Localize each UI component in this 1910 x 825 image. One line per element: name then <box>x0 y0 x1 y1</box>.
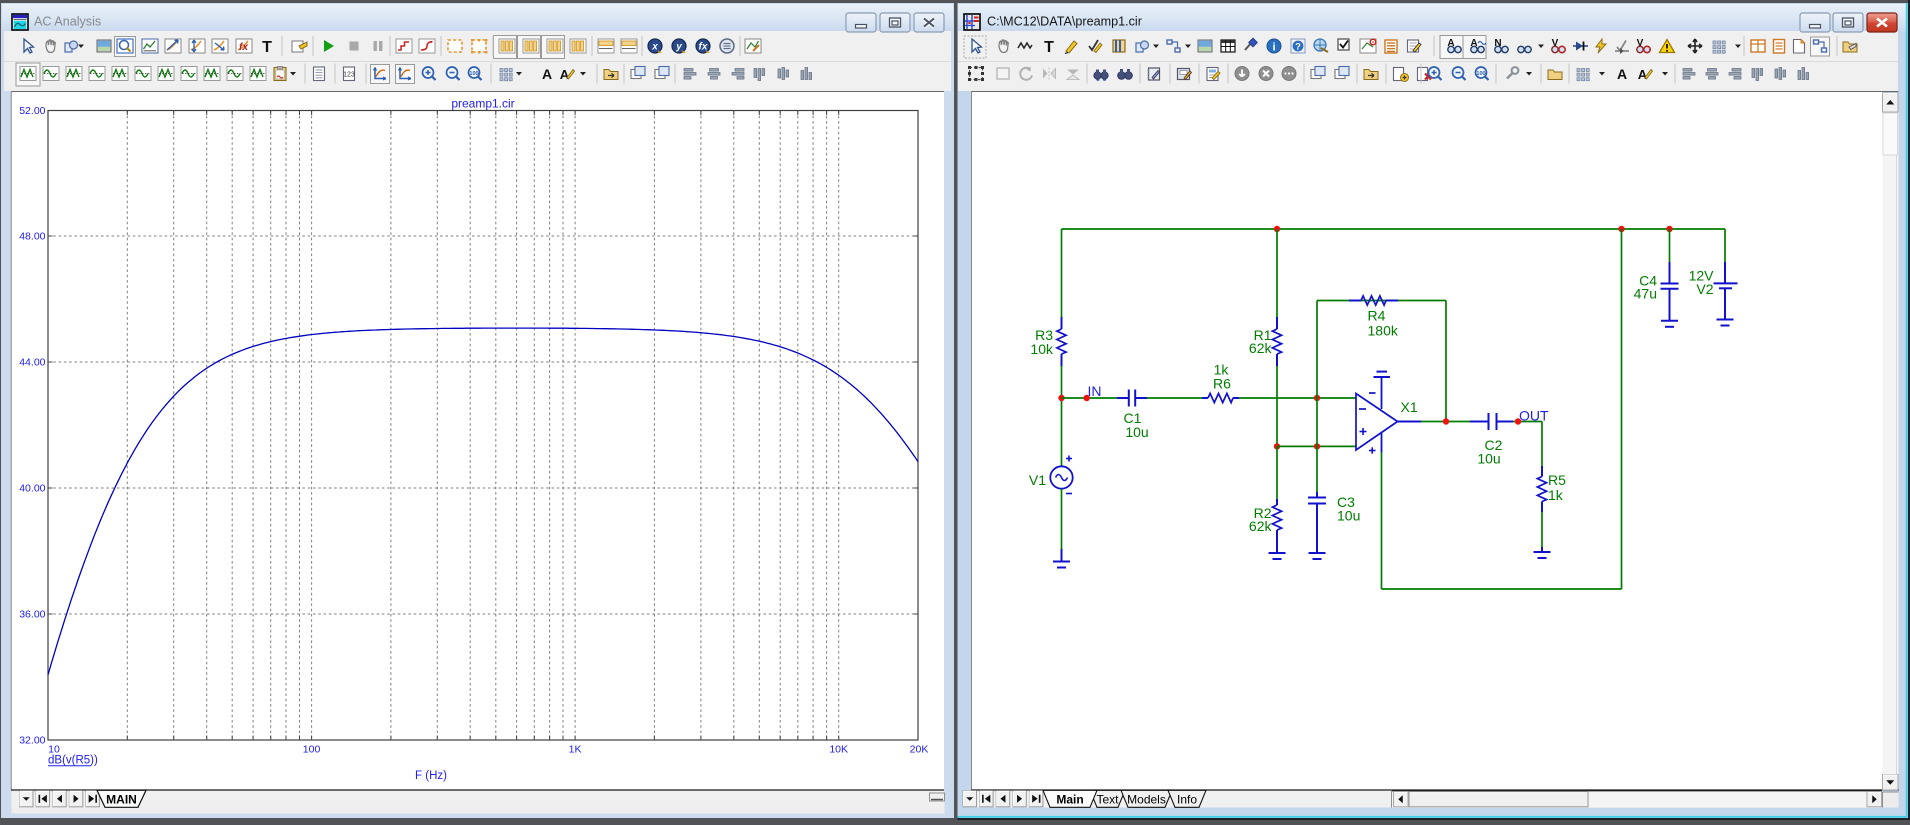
svg-text:R4: R4 <box>1368 308 1386 324</box>
svg-text:F (Hz): F (Hz) <box>415 770 447 782</box>
svg-text:C:\MC12\DATA\preamp1.cir: C:\MC12\DATA\preamp1.cir <box>987 15 1142 29</box>
svg-text:100: 100 <box>469 71 478 77</box>
svg-text:10u: 10u <box>1477 451 1500 467</box>
svg-text:62k: 62k <box>1249 340 1273 356</box>
svg-text:X1: X1 <box>1401 399 1418 415</box>
svg-text:T: T <box>262 39 272 56</box>
svg-text:10u: 10u <box>1125 424 1148 440</box>
svg-text:R6: R6 <box>1213 376 1231 392</box>
svg-text:32.00: 32.00 <box>19 735 45 747</box>
svg-text:y: y <box>675 42 682 53</box>
svg-text:100: 100 <box>1476 71 1485 77</box>
svg-text:A: A <box>1617 66 1627 82</box>
svg-text:36.00: 36.00 <box>19 609 45 621</box>
svg-text:i: i <box>1272 41 1275 53</box>
svg-text:48.00: 48.00 <box>19 231 45 243</box>
svg-text:Models: Models <box>1127 793 1166 807</box>
svg-text:OUT: OUT <box>1519 408 1549 424</box>
svg-text:A: A <box>1638 67 1648 82</box>
svg-text:A: A <box>542 66 552 82</box>
svg-text:52.00: 52.00 <box>19 105 45 117</box>
svg-text:10u: 10u <box>1337 508 1360 524</box>
svg-text:44.00: 44.00 <box>19 357 45 369</box>
svg-text:A: A <box>560 67 570 82</box>
svg-text:Text: Text <box>1096 793 1119 807</box>
svg-text:R5: R5 <box>1548 472 1566 488</box>
svg-text:AC Analysis: AC Analysis <box>34 15 101 29</box>
svg-text:10K: 10K <box>829 744 848 756</box>
svg-text:IN: IN <box>1088 383 1102 399</box>
svg-text:dB(v(R5)): dB(v(R5)) <box>48 755 98 767</box>
svg-text:MAIN: MAIN <box>106 793 137 807</box>
svg-text:x: x <box>651 42 658 53</box>
svg-text:180k: 180k <box>1368 323 1399 339</box>
svg-text:20K: 20K <box>910 744 929 756</box>
svg-text:V2: V2 <box>1696 281 1713 297</box>
svg-text:10k: 10k <box>1030 341 1054 357</box>
svg-text:Info: Info <box>1177 793 1197 807</box>
svg-text:123: 123 <box>343 72 355 79</box>
svg-text:40.00: 40.00 <box>19 483 45 495</box>
svg-text:V1: V1 <box>1029 472 1046 488</box>
svg-text:100: 100 <box>303 744 321 756</box>
svg-text:1k: 1k <box>1548 487 1564 503</box>
svg-text:1K: 1K <box>569 744 582 756</box>
svg-text:preamp1.cir: preamp1.cir <box>451 97 514 111</box>
svg-text:47u: 47u <box>1634 286 1657 302</box>
svg-text:?: ? <box>1295 42 1301 53</box>
svg-text:fx: fx <box>239 42 248 53</box>
svg-text:T: T <box>1044 39 1054 56</box>
svg-text:Main: Main <box>1056 793 1083 807</box>
svg-text:62k: 62k <box>1249 518 1273 534</box>
